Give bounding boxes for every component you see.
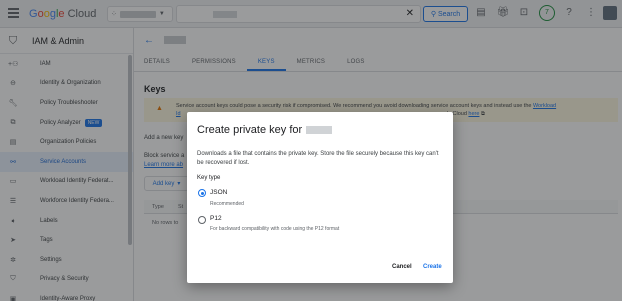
p12-label[interactable]: P12 [210, 215, 222, 222]
p12-help: For backward compatibility with code usi… [210, 226, 340, 232]
key-type-label: Key type [197, 175, 221, 181]
json-label[interactable]: JSON [210, 189, 227, 196]
create-private-key-dialog: Create private key for Downloads a file … [187, 112, 453, 283]
cancel-button[interactable]: Cancel [392, 264, 412, 270]
json-radio[interactable] [198, 189, 206, 197]
p12-radio[interactable] [198, 216, 206, 224]
dialog-description: Downloads a file that contains the priva… [197, 151, 439, 166]
create-button[interactable]: Create [423, 264, 442, 270]
json-help: Recommended [210, 201, 244, 207]
dialog-title: Create private key for [197, 124, 333, 136]
account-name-redacted [306, 126, 333, 134]
